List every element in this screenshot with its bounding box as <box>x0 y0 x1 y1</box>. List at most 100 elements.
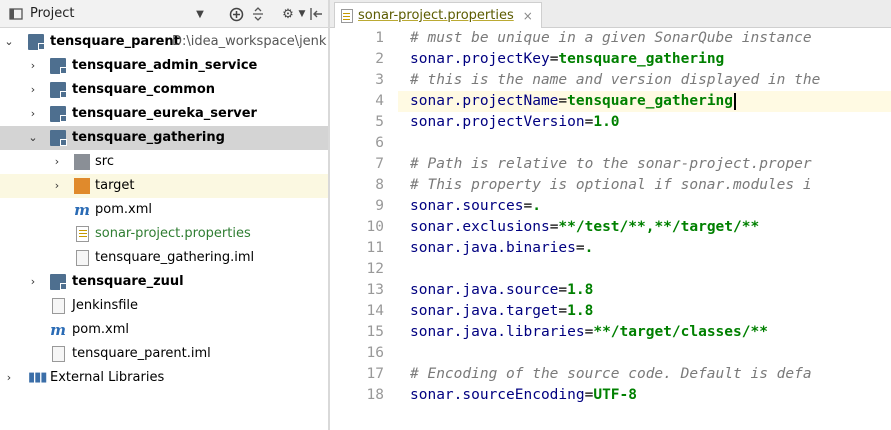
comment-text: # Encoding of the source code. Default i… <box>410 366 812 382</box>
module-folder-icon <box>50 58 67 74</box>
code-line[interactable]: sonar.projectVersion=1.0 <box>410 112 620 133</box>
tree-item-label: Jenkinsfile <box>72 298 139 313</box>
code-line[interactable]: # this is the name and version displayed… <box>410 70 820 91</box>
close-icon[interactable]: × <box>523 9 533 23</box>
dropdown-icon[interactable]: ▼ <box>192 6 208 22</box>
code-line[interactable]: # Path is relative to the sonar-project.… <box>410 154 812 175</box>
line-number-gutter: 1 2 3 4 5 6 7 8 9 10 11 12 13 14 15 16 17 18 <box>330 28 398 430</box>
tab-label: sonar-project.properties <box>358 8 514 23</box>
chevron-right-icon[interactable]: › <box>26 102 40 126</box>
line-number: 2 <box>375 51 384 67</box>
tree-item-tensquare-admin-service[interactable]: › tensquare_admin_service <box>0 54 328 78</box>
tree-item-external-libraries[interactable]: › ▮▮▮ External Libraries <box>0 366 328 390</box>
tree-item-parent-pom-xml[interactable]: m pom.xml <box>0 318 328 342</box>
properties-file-icon <box>341 8 353 23</box>
tree-item-label: tensquare_admin_service <box>72 58 258 73</box>
property-key: sonar.java.target <box>410 303 559 319</box>
chevron-right-icon[interactable]: › <box>50 150 64 174</box>
tree-item-tensquare-common[interactable]: › tensquare_common <box>0 78 328 102</box>
code-line[interactable]: sonar.exclusions=**/test/**,**/target/** <box>410 217 759 238</box>
tree-item-src[interactable]: › src <box>0 150 328 174</box>
code-line[interactable]: sonar.projectName=tensquare_gathering <box>410 91 737 112</box>
tree-item-label: tensquare_gathering.iml <box>95 250 255 265</box>
tree-item-label: target <box>95 178 135 193</box>
line-number: 9 <box>375 198 384 214</box>
tree-item-tensquare-eureka-server[interactable]: › tensquare_eureka_server <box>0 102 328 126</box>
chevron-down-icon[interactable]: ⌄ <box>2 30 16 54</box>
tree-item-parent-iml[interactable]: tensquare_parent.iml <box>0 342 328 366</box>
maven-icon: m <box>50 321 66 339</box>
code-line[interactable]: sonar.java.source=1.8 <box>410 280 593 301</box>
code-line[interactable]: sonar.sourceEncoding=UTF-8 <box>410 385 637 406</box>
editor-tab-bar: sonar-project.properties × <box>330 0 891 28</box>
text-caret <box>734 92 737 110</box>
tree-item-tensquare-gathering[interactable]: ⌄ tensquare_gathering <box>0 126 328 150</box>
code-line[interactable]: sonar.java.binaries=. <box>410 238 593 259</box>
code-line[interactable]: sonar.java.libraries=**/target/classes/*… <box>410 322 768 343</box>
chevron-right-icon[interactable]: › <box>26 78 40 102</box>
module-folder-icon <box>50 274 67 290</box>
property-key: sonar.projectName <box>410 93 559 109</box>
comment-text: # This property is optional if sonar.mod… <box>410 177 812 193</box>
tree-item-tensquare-zuul[interactable]: › tensquare_zuul <box>0 270 328 294</box>
project-view-icon[interactable] <box>8 6 24 22</box>
tree-item-label: tensquare_parent <box>50 34 180 49</box>
equals-sign: = <box>558 93 568 109</box>
code-line[interactable]: # must be unique in a given SonarQube in… <box>410 28 812 49</box>
property-value: 1.8 <box>567 303 594 319</box>
tree-item-tensquare-parent[interactable]: ⌄ tensquare_parent D:\idea_workspace\jen… <box>0 30 328 54</box>
comment-text: # this is the name and version displayed… <box>410 72 821 88</box>
line-number: 15 <box>366 324 384 340</box>
code-line[interactable]: # Encoding of the source code. Default i… <box>410 364 812 385</box>
hide-icon[interactable] <box>308 6 324 22</box>
property-value: tensquare_gathering <box>558 51 725 67</box>
line-number: 12 <box>366 261 384 277</box>
property-value: **/target/classes/** <box>593 324 768 340</box>
property-value: . <box>532 198 541 214</box>
tree-item-sonar-project-properties[interactable]: sonar-project.properties <box>0 222 328 246</box>
property-key: sonar.exclusions <box>410 219 550 235</box>
chevron-right-icon[interactable]: › <box>26 54 40 78</box>
equals-sign: = <box>523 198 533 214</box>
line-number: 3 <box>375 72 384 88</box>
module-folder-icon <box>50 106 67 122</box>
code-area[interactable]: # must be unique in a given SonarQube in… <box>398 28 891 430</box>
line-number: 16 <box>366 345 384 361</box>
tree-item-pom-xml[interactable]: m pom.xml <box>0 198 328 222</box>
tree-item-gathering-iml[interactable]: tensquare_gathering.iml <box>0 246 328 270</box>
line-number: 6 <box>375 135 384 151</box>
chevron-right-icon[interactable]: › <box>2 366 16 390</box>
tree-item-label: External Libraries <box>50 370 165 385</box>
iml-file-icon <box>52 346 65 362</box>
tab-sonar-project-properties[interactable]: sonar-project.properties × <box>334 2 542 28</box>
tree-item-jenkinsfile[interactable]: Jenkinsfile <box>0 294 328 318</box>
tree-item-label: pom.xml <box>72 322 129 337</box>
code-line[interactable]: sonar.sources=. <box>410 196 541 217</box>
chevron-down-icon[interactable]: ⌄ <box>26 126 40 150</box>
chevron-right-icon[interactable]: › <box>26 270 40 294</box>
tree-item-label: tensquare_common <box>72 82 215 97</box>
locate-icon[interactable] <box>228 6 244 22</box>
property-key: sonar.sources <box>410 198 524 214</box>
equals-sign: = <box>558 303 568 319</box>
tree-item-target[interactable]: › target <box>0 174 328 198</box>
project-toolbar: Project ▼ ⚙ ▼ <box>0 0 328 28</box>
property-value: . <box>584 240 594 256</box>
property-key: sonar.projectVersion <box>410 114 585 130</box>
code-line[interactable]: sonar.java.target=1.8 <box>410 301 593 322</box>
tree-item-label: tensquare_zuul <box>72 274 184 289</box>
code-line[interactable]: sonar.projectKey=tensquare_gathering <box>410 49 724 70</box>
module-folder-icon <box>50 82 67 98</box>
project-panel: Project ▼ ⚙ ▼ ⌄ tensquare_parent D:\idea… <box>0 0 328 430</box>
line-number: 5 <box>375 114 384 130</box>
line-number: 7 <box>375 156 384 172</box>
project-tree: ⌄ tensquare_parent D:\idea_workspace\jen… <box>0 30 328 390</box>
chevron-right-icon[interactable]: › <box>50 174 64 198</box>
comment-text: # must be unique in a given SonarQube in… <box>410 30 812 46</box>
code-line[interactable]: # This property is optional if sonar.mod… <box>410 175 812 196</box>
collapse-icon[interactable] <box>250 6 266 22</box>
line-number: 8 <box>375 177 384 193</box>
folder-icon <box>74 154 90 170</box>
project-title[interactable]: Project <box>30 6 74 21</box>
equals-sign: = <box>575 240 585 256</box>
